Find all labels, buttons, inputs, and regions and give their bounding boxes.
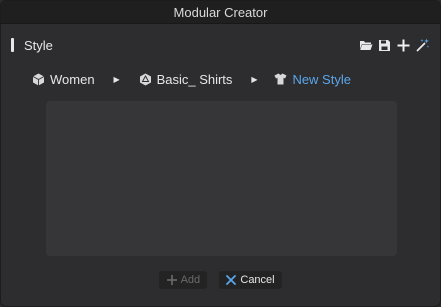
add-style-button[interactable]: Add [159,271,208,289]
save-button[interactable] [377,38,392,53]
dialog-footer: Add Cancel [1,271,440,289]
breadcrumb: Women ▶ Basic_ Shirts ▶ New Style [32,69,351,89]
breadcrumb-label: Women [50,71,95,87]
section-accent-bar [11,38,14,52]
breadcrumb-item-basic-shirts[interactable]: Basic_ Shirts [139,71,233,87]
modular-creator-window: Modular Creator Style Women ▶ Basic_ Shi… [0,0,441,307]
style-content-panel [46,101,397,256]
add-button[interactable] [396,38,411,53]
open-folder-button[interactable] [358,38,373,53]
breadcrumb-label: New Style [292,71,351,87]
cancel-button-label: Cancel [240,274,275,286]
window-title: Modular Creator [173,4,268,20]
magic-wand-button[interactable] [415,38,430,53]
plus-icon [397,39,410,51]
breadcrumb-separator-icon: ▶ [113,74,120,84]
hexagon-cube-icon [32,73,45,86]
section-title: Style [24,37,53,53]
cancel-button[interactable]: Cancel [219,271,282,289]
close-icon [226,275,237,285]
magic-wand-icon [416,38,429,52]
breadcrumb-item-new-style[interactable]: New Style [274,72,351,87]
window-titlebar: Modular Creator [1,1,440,24]
section-header: Style [11,35,430,55]
add-button-label: Add [180,274,201,286]
save-icon [379,39,390,51]
folder-open-icon [359,41,372,50]
hexagon-cube-icon [139,73,152,86]
breadcrumb-separator-icon: ▶ [251,74,258,84]
toolbar [358,38,430,53]
plus-icon [166,275,177,285]
breadcrumb-label: Basic_ Shirts [156,71,233,87]
breadcrumb-item-women[interactable]: Women [32,72,95,87]
shirt-icon [274,73,287,86]
